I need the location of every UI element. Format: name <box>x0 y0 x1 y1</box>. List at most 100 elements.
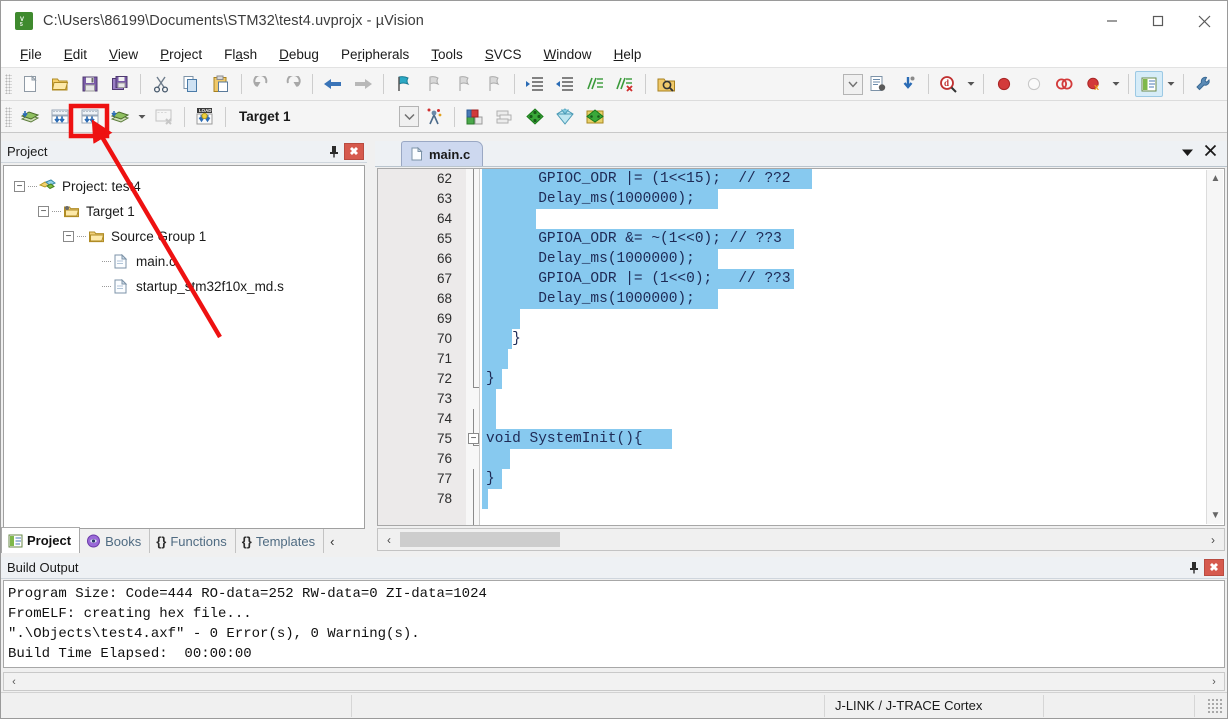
chevron-up-icon[interactable]: ▲ <box>1207 170 1224 187</box>
menu-svcs[interactable]: SVCS <box>474 44 533 65</box>
pack-installer-icon[interactable] <box>521 104 549 130</box>
tabs-overflow-button[interactable]: ‹ <box>324 529 340 553</box>
build-output-text[interactable]: Program Size: Code=444 RO-data=252 RW-da… <box>3 580 1225 668</box>
batch-build-icon[interactable] <box>106 104 134 130</box>
file-config-icon[interactable] <box>864 71 892 97</box>
batch-build-dropdown-icon[interactable] <box>135 105 149 129</box>
code-line[interactable]: 67 GPIOA_ODR |= (1<<0); // ??3 <box>378 269 1224 289</box>
code-lines[interactable]: 62 GPIOC_ODR |= (1<<15); // ??2 63 Delay_… <box>378 169 1224 525</box>
breakpoint-kill-all-icon[interactable] <box>1050 71 1078 97</box>
project-tree[interactable]: − Project: test4 − Target 1 − Source Gro… <box>3 165 365 529</box>
menu-flash[interactable]: Flash <box>213 44 268 65</box>
maximize-button[interactable] <box>1135 1 1181 41</box>
paste-icon[interactable] <box>207 71 235 97</box>
copy-icon[interactable] <box>177 71 205 97</box>
navigate-back-icon[interactable] <box>319 71 347 97</box>
breakpoint-disable-icon[interactable] <box>1020 71 1048 97</box>
manage-packs-icon[interactable] <box>581 104 609 130</box>
menu-view[interactable]: View <box>98 44 149 65</box>
chevron-down-icon[interactable]: ▼ <box>1207 507 1224 524</box>
code-line[interactable]: 64 <box>378 209 1224 229</box>
pin-icon[interactable] <box>1184 558 1204 578</box>
tree-node-source-group[interactable]: − Source Group 1 <box>14 224 364 249</box>
code-line[interactable]: 62 GPIOC_ODR |= (1<<15); // ??2 <box>378 169 1224 189</box>
target-selector-label[interactable]: Target 1 <box>239 109 399 124</box>
panel-splitter[interactable] <box>367 141 375 553</box>
menu-project[interactable]: Project <box>149 44 213 65</box>
code-line[interactable]: 75 − void SystemInit(){ <box>378 429 1224 449</box>
target-dropdown-icon[interactable] <box>399 106 419 127</box>
tree-node-main-c[interactable]: main.c <box>14 249 364 274</box>
undo-icon[interactable] <box>248 71 276 97</box>
code-line[interactable]: 63 Delay_ms(1000000); <box>378 189 1224 209</box>
manage-run-time-env-icon[interactable] <box>461 104 489 130</box>
save-icon[interactable] <box>76 71 104 97</box>
multi-project-icon[interactable] <box>491 104 519 130</box>
editor-tab-main-c[interactable]: main.c <box>401 141 484 166</box>
toolbar-grip[interactable] <box>5 74 12 94</box>
code-line[interactable]: 69 <box>378 309 1224 329</box>
tab-books[interactable]: Books <box>80 529 151 553</box>
build-output-hscrollbar[interactable]: ‹ › <box>3 672 1225 691</box>
tab-functions[interactable]: {} Functions <box>150 529 236 553</box>
code-line[interactable]: 76 <box>378 449 1224 469</box>
code-line[interactable]: 73 <box>378 389 1224 409</box>
select-software-packs-icon[interactable] <box>551 104 579 130</box>
tree-node-project[interactable]: − Project: test4 <box>14 174 364 199</box>
resize-grip-icon[interactable] <box>1207 697 1223 714</box>
new-file-icon[interactable] <box>16 71 44 97</box>
scroll-thumb[interactable] <box>400 532 560 547</box>
code-line[interactable]: 68 Delay_ms(1000000); <box>378 289 1224 309</box>
menu-peripherals[interactable]: Peripherals <box>330 44 420 65</box>
code-line[interactable]: 78 <box>378 489 1224 509</box>
code-line[interactable]: 77} <box>378 469 1224 489</box>
code-line[interactable]: 72} <box>378 369 1224 389</box>
comment-icon[interactable] <box>581 71 609 97</box>
search-target-icon[interactable]: d <box>935 71 963 97</box>
outdent-icon[interactable] <box>551 71 579 97</box>
tree-node-target[interactable]: − Target 1 <box>14 199 364 224</box>
tree-expander[interactable]: − <box>14 181 25 192</box>
code-line[interactable]: 71 <box>378 349 1224 369</box>
build-target-icon[interactable] <box>46 104 74 130</box>
bookmark-next-icon[interactable] <box>450 71 478 97</box>
editor-tab-list-icon[interactable] <box>1181 145 1194 160</box>
bookmark-prev-icon[interactable] <box>420 71 448 97</box>
pin-icon[interactable] <box>324 142 344 162</box>
debug-settings-icon[interactable] <box>894 71 922 97</box>
cut-icon[interactable] <box>147 71 175 97</box>
bookmark-toggle-icon[interactable] <box>390 71 418 97</box>
breakpoint-insert-icon[interactable] <box>990 71 1018 97</box>
tab-templates[interactable]: {} Templates <box>236 529 325 553</box>
tab-project[interactable]: Project <box>1 527 81 553</box>
save-all-icon[interactable] <box>106 71 134 97</box>
tree-expander[interactable]: − <box>38 206 49 217</box>
chevron-left-icon[interactable]: ‹ <box>378 533 400 547</box>
open-file-icon[interactable] <box>46 71 74 97</box>
tree-expander[interactable]: − <box>63 231 74 242</box>
rebuild-all-icon[interactable] <box>76 104 104 130</box>
close-button[interactable] <box>1181 1 1227 41</box>
code-line[interactable]: 74 <box>378 409 1224 429</box>
editor-close-icon[interactable] <box>1204 144 1217 160</box>
menu-window[interactable]: Window <box>533 44 603 65</box>
minimize-button[interactable] <box>1089 1 1135 41</box>
code-line[interactable]: 65 GPIOA_ODR &= ~(1<<0); // ??3 <box>378 229 1224 249</box>
menu-edit[interactable]: Edit <box>53 44 98 65</box>
chevron-left-icon[interactable]: ‹ <box>4 676 24 688</box>
menu-file[interactable]: File <box>9 44 53 65</box>
redo-icon[interactable] <box>278 71 306 97</box>
project-window-icon[interactable] <box>1135 71 1163 97</box>
code-line[interactable]: 70 } <box>378 329 1224 349</box>
menu-tools[interactable]: Tools <box>420 44 474 65</box>
stop-build-icon[interactable] <box>150 104 178 130</box>
breakpoint-disable-all-icon[interactable]: x <box>1080 71 1108 97</box>
breakpoint-dropdown-icon[interactable] <box>1109 72 1123 96</box>
project-window-dropdown-icon[interactable] <box>1164 72 1178 96</box>
bookmark-clear-icon[interactable] <box>480 71 508 97</box>
find-in-files-icon[interactable] <box>652 71 680 97</box>
uncomment-icon[interactable] <box>611 71 639 97</box>
code-line[interactable]: 66 Delay_ms(1000000); <box>378 249 1224 269</box>
close-icon[interactable]: ✖ <box>1204 559 1224 576</box>
chevron-right-icon[interactable]: › <box>1202 533 1224 547</box>
